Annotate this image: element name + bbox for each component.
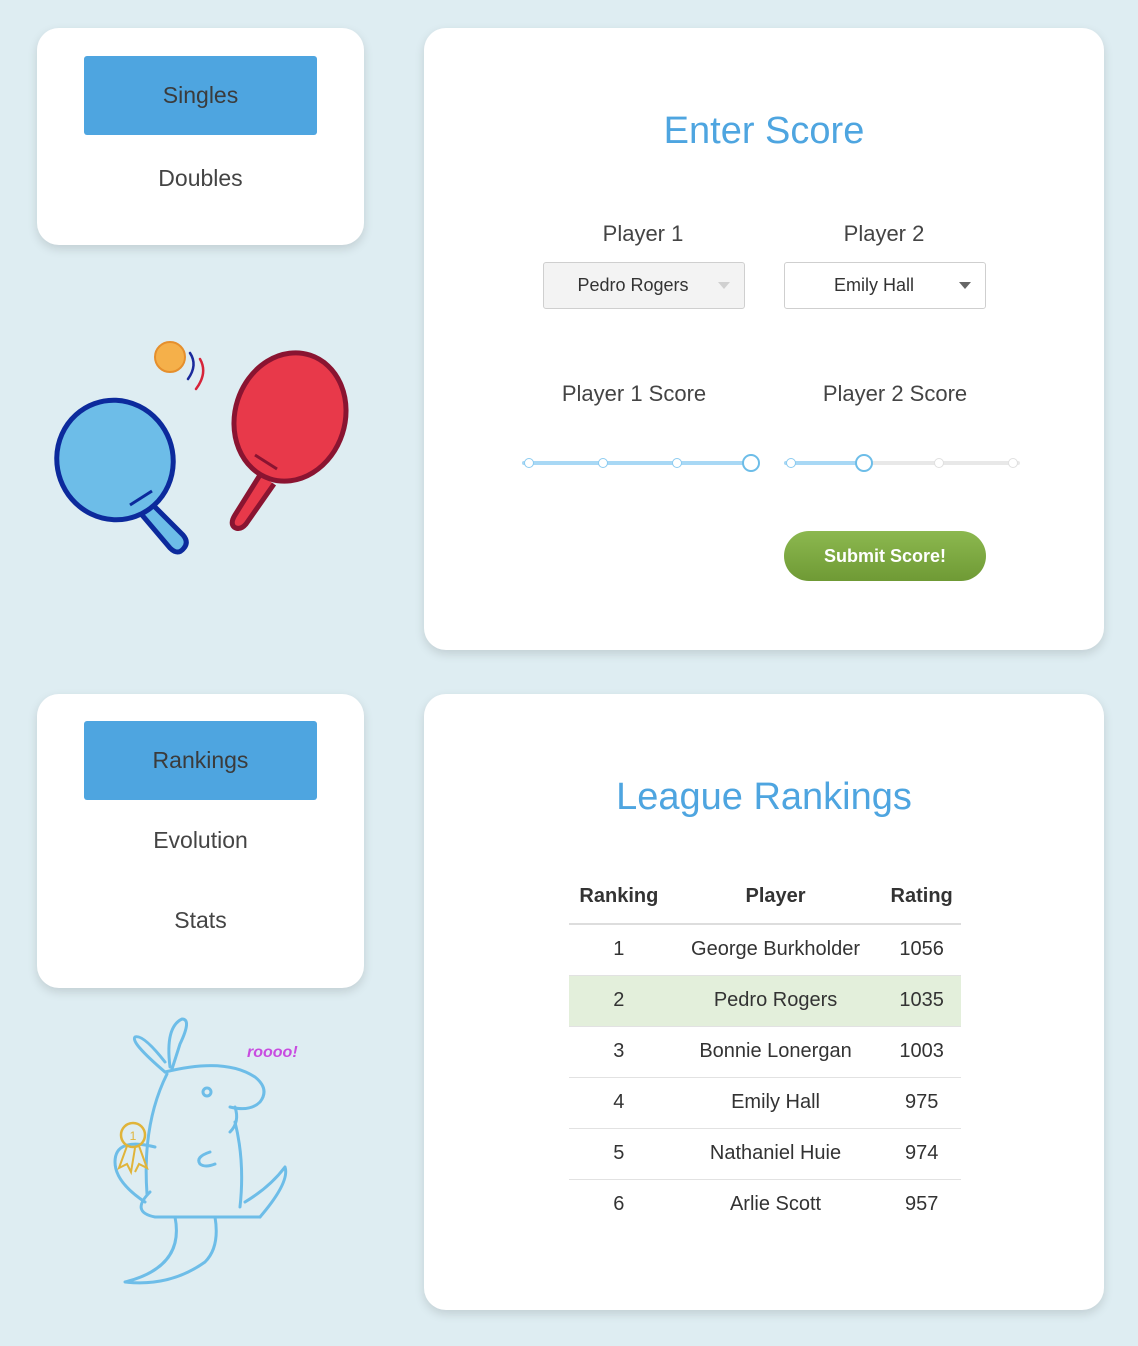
rating-cell: 1003 [882,1026,961,1078]
rankings-table: Ranking Player Rating 1 George Burkholder… [569,874,961,1230]
table-row: 6 Arlie Scott 957 [569,1179,961,1230]
rank-cell: 3 [569,1026,669,1078]
player1-score-label: Player 1 Score [561,381,707,406]
column-header-rating: Rating [882,874,961,925]
slider-step-dot [598,458,608,468]
rating-cell: 974 [882,1128,961,1180]
medal-number: 1 [130,1129,137,1143]
player-cell: Bonnie Lonergan [668,1026,883,1078]
slider-step-dot [1008,458,1018,468]
slider-step-dot [786,458,796,468]
player2-select-value: Emily Hall [833,275,914,295]
slider-step-dot [524,458,534,468]
player1-select-value: Pedro Rogers [577,275,689,295]
column-header-ranking: Ranking [569,874,669,925]
slider-handle[interactable] [855,454,874,472]
ping-pong-paddles-icon [54,341,349,555]
menu-item-rankings[interactable]: Rankings [84,721,317,800]
table-row: 3 Bonnie Lonergan 1003 [569,1026,961,1078]
chevron-down-icon [718,282,730,289]
kangaroo-caption: roooo! [247,1044,298,1061]
rating-cell: 1056 [882,924,961,976]
rank-cell: 6 [613,1193,625,1216]
kangaroo-mascot-icon: 1 roooo! [113,1017,298,1285]
slider-handle[interactable] [742,454,760,472]
rank-cell: 5 [569,1128,669,1180]
rank-cell: 2 [569,975,669,1027]
rating-cell: 975 [882,1077,961,1129]
player2-score-label: Player 2 Score [822,381,968,406]
menu-item-doubles[interactable]: Doubles [84,139,317,218]
player-cell: Nathaniel Huie [668,1128,883,1180]
table-row: 1 George Burkholder 1056 [569,924,961,976]
enter-score-card: Enter Score Player 1 Player 2 Pedro Roge… [424,28,1104,650]
game-type-menu: Singles Doubles [37,28,364,245]
table-row: 2 Pedro Rogers 1035 [569,975,961,1027]
player1-label: Player 1 [602,221,684,246]
menu-item-evolution[interactable]: Evolution [84,801,317,880]
league-rankings-card: League Rankings Ranking Player Rating 1G… [424,694,1104,1310]
rankings-title: League Rankings [616,776,912,818]
player1-score-slider[interactable] [522,453,760,473]
submit-score-button[interactable]: Submit Score! [784,531,986,581]
table-row: 5 Nathaniel Huie 974 [569,1128,961,1180]
player-cell: George Burkholder [668,924,883,976]
slider-step-dot [934,458,944,468]
chevron-down-icon [959,282,971,289]
player-cell: Arlie Scott [729,1193,822,1216]
table-header-row: Ranking Player Rating [569,874,961,925]
rating-cell: 1035 [882,975,961,1027]
player1-select[interactable]: Pedro Rogers [543,262,745,309]
player2-label: Player 2 [843,221,925,246]
slider-fill [784,461,865,465]
column-header-player: Player [668,874,883,925]
menu-item-stats[interactable]: Stats [84,881,317,960]
score-card-title: Enter Score [663,110,865,152]
rating-cell: 957 [904,1193,939,1216]
table-row: 4 Emily Hall 975 [569,1077,961,1129]
player-cell: Emily Hall [668,1077,883,1129]
view-menu: Rankings Evolution Stats [37,694,364,988]
menu-item-singles[interactable]: Singles [84,56,317,135]
rank-cell: 4 [569,1077,669,1129]
player-cell: Pedro Rogers [668,975,883,1027]
player2-score-slider[interactable] [784,453,1020,473]
slider-fill [522,461,751,465]
rank-cell: 1 [569,924,669,976]
slider-step-dot [672,458,682,468]
player2-select[interactable]: Emily Hall [784,262,986,309]
